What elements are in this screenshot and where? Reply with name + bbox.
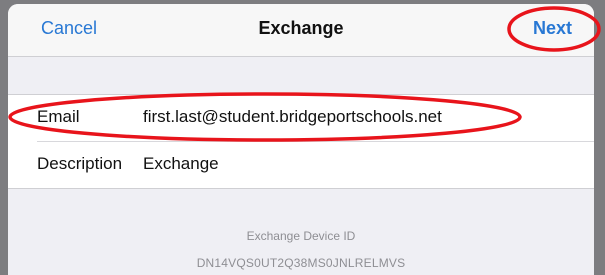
account-form-group: Email first.last@student.bridgeportschoo… bbox=[8, 94, 594, 189]
email-label: Email bbox=[37, 107, 80, 126]
next-button[interactable]: Next bbox=[533, 18, 572, 39]
email-row[interactable]: Email first.last@student.bridgeportschoo… bbox=[8, 95, 594, 141]
email-field[interactable]: first.last@student.bridgeportschools.net bbox=[143, 107, 442, 127]
exchange-account-sheet: Cancel Exchange Next Email first.last@st… bbox=[8, 4, 594, 275]
device-id-value: DN14VQS0UT2Q38MS0JNLRELMVS bbox=[196, 256, 406, 270]
description-label: Description bbox=[37, 154, 123, 173]
description-row[interactable]: Description Exchange bbox=[8, 142, 594, 188]
device-id-title: Exchange Device ID bbox=[246, 229, 356, 243]
page-title: Exchange bbox=[258, 18, 344, 38]
description-field[interactable]: Exchange bbox=[143, 154, 219, 174]
navigation-bar: Cancel Exchange Next bbox=[8, 4, 594, 57]
